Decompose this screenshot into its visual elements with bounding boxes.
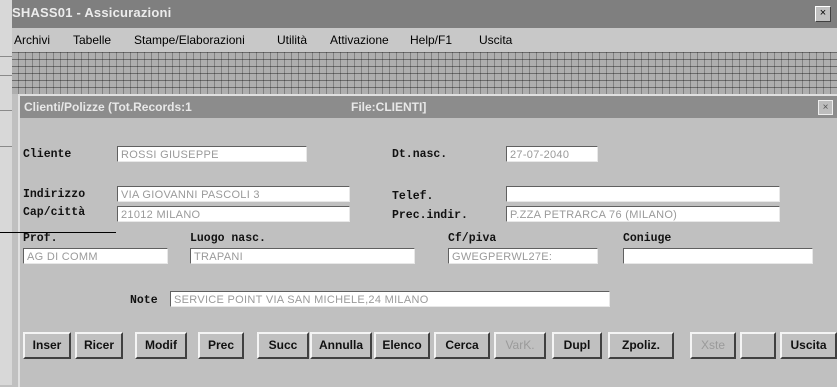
label-cliente: Cliente — [23, 148, 72, 161]
menu-utilita[interactable]: Utilità — [277, 33, 307, 47]
desktop-line — [0, 75, 12, 76]
menu-attivazione[interactable]: Attivazione — [330, 33, 389, 47]
label-prec-indir: Prec.indir. — [392, 209, 468, 222]
label-cap-citta: Cap/città — [23, 206, 86, 219]
child-close-icon[interactable]: × — [818, 100, 833, 115]
label-luogo-nasc: Luogo nasc. — [190, 232, 266, 245]
menu-archivi[interactable]: Archivi — [14, 33, 50, 47]
inser-button[interactable]: Inser — [23, 332, 71, 359]
indirizzo-field[interactable]: VIA GIOVANNI PASCOLI 3 — [117, 186, 350, 202]
uscita-button[interactable]: Uscita — [780, 332, 837, 359]
cerca-button[interactable]: Cerca — [434, 332, 490, 359]
title-bar[interactable]: SHASS01 - Assicurazioni × — [12, 0, 837, 28]
child-title-records: Clienti/Polizze (Tot.Records:1 — [24, 100, 192, 114]
label-indirizzo: Indirizzo — [23, 188, 86, 201]
connector-line — [0, 232, 116, 233]
cap-citta-field[interactable]: 21012 MILANO — [117, 206, 350, 222]
telef-field[interactable] — [506, 186, 780, 202]
child-title-file: File:CLIENTI] — [351, 100, 427, 114]
label-dt-nasc: Dt.nasc. — [392, 148, 448, 161]
succ-button[interactable]: Succ — [257, 332, 309, 359]
close-icon[interactable]: × — [815, 6, 831, 22]
label-cf-piva: Cf/piva — [448, 232, 497, 245]
note-field[interactable]: SERVICE POINT VIA SAN MICHELE,24 MILANO — [170, 291, 610, 307]
elenco-button[interactable]: Elenco — [374, 332, 430, 359]
label-note: Note — [130, 294, 158, 307]
clienti-polizze-window: Clienti/Polizze (Tot.Records:1 File:CLIE… — [18, 94, 837, 387]
menu-uscita[interactable]: Uscita — [479, 33, 512, 47]
label-telef: Telef. — [392, 190, 434, 203]
menu-stampe-elaborazioni[interactable]: Stampe/Elaborazioni — [134, 33, 245, 47]
annulla-button[interactable]: Annulla — [310, 332, 372, 359]
prof-field[interactable]: AG DI COMM — [23, 248, 168, 264]
dt-nasc-field[interactable]: 27-07-2040 — [506, 146, 598, 162]
dupl-button[interactable]: Dupl — [552, 332, 602, 359]
coniuge-field[interactable] — [623, 248, 813, 264]
desktop-line — [0, 146, 12, 147]
label-prof: Prof. — [23, 232, 58, 245]
menu-bar: Archivi Tabelle Stampe/Elaborazioni Util… — [12, 28, 837, 52]
desktop-line — [0, 56, 12, 57]
vark-button[interactable]: VarK. — [494, 332, 546, 359]
toolbar-pattern — [12, 52, 837, 94]
desktop-background — [0, 0, 12, 385]
window-title: SHASS01 - Assicurazioni — [12, 5, 172, 20]
child-title-bar[interactable]: Clienti/Polizze (Tot.Records:1 File:CLIE… — [20, 96, 837, 118]
menu-help[interactable]: Help/F1 — [410, 33, 452, 47]
desktop-line — [0, 110, 12, 111]
menu-tabelle[interactable]: Tabelle — [73, 33, 111, 47]
prec-button[interactable]: Prec — [198, 332, 244, 359]
ricer-button[interactable]: Ricer — [75, 332, 123, 359]
xste-button[interactable]: Xste — [690, 332, 736, 359]
label-coniuge: Coniuge — [623, 232, 672, 245]
cf-piva-field[interactable]: GWEGPERWL27E: — [448, 248, 598, 264]
zpoliz-button[interactable]: Zpoliz. — [608, 332, 674, 359]
main-window: SHASS01 - Assicurazioni × Archivi Tabell… — [12, 0, 837, 387]
modif-button[interactable]: Modif — [135, 332, 187, 359]
luogo-nasc-field[interactable]: TRAPANI — [190, 248, 415, 264]
prec-indir-field[interactable]: P.ZZA PETRARCA 76 (MILANO) — [506, 206, 780, 222]
cliente-field[interactable]: ROSSI GIUSEPPE — [117, 146, 307, 162]
blank-button[interactable] — [740, 332, 776, 359]
